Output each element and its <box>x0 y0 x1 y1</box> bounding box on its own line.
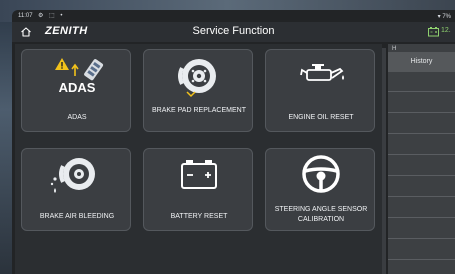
battery-status-icon <box>428 27 439 37</box>
history-panel: H History <box>388 44 455 274</box>
history-list-divider <box>388 133 455 134</box>
tile-label: ADAS <box>67 114 87 121</box>
status-time: 11:07 <box>18 13 33 19</box>
status-signal-battery: ▾ 7% <box>437 14 451 20</box>
status-icons: ⚙ ⬚ • <box>38 13 65 19</box>
tile-brake-pad-replacement[interactable]: BRAKE PAD REPLACEMENT <box>143 49 253 132</box>
steering-wheel-icon <box>302 155 340 193</box>
function-grid: ADAS ADAS BRAKE PAD REPLACEMENT ENGINE O… <box>15 44 382 274</box>
app-screen: 11:07 ⚙ ⬚ • ▾ 7% ZENITH Service Function… <box>12 10 455 274</box>
history-list-divider <box>388 217 455 218</box>
tile-label: BATTERY RESET <box>170 213 228 220</box>
tile-label: ENGINE OIL RESET <box>288 114 354 121</box>
history-list-divider <box>388 238 455 239</box>
brake-bleed-icon <box>50 158 95 193</box>
scrollbar[interactable] <box>382 48 386 274</box>
tile-steering-angle-sensor-calibration[interactable]: STEERING ANGLE SENSOR CALIBRATION <box>265 148 375 231</box>
tile-label: STEERING ANGLE SENSOR CALIBRATION <box>274 206 368 223</box>
adas-warning-icon: ADAS <box>55 58 104 95</box>
history-list-divider <box>388 259 455 260</box>
history-list-divider <box>388 112 455 113</box>
page-title: Service Function <box>192 25 275 37</box>
battery-icon <box>181 160 217 189</box>
tile-adas[interactable]: ADAS ADAS <box>21 49 131 132</box>
history-list-divider <box>388 196 455 197</box>
title-bar: ZENITH Service Function 12. <box>12 22 455 42</box>
history-list-divider <box>388 175 455 176</box>
history-button[interactable]: History <box>388 52 455 72</box>
brake-disc-icon <box>178 59 216 98</box>
adas-icon-text: ADAS <box>59 80 96 95</box>
tile-label: BRAKE AIR BLEEDING <box>39 213 115 220</box>
history-list-divider <box>388 91 455 92</box>
oil-can-icon <box>300 64 344 81</box>
tile-engine-oil-reset[interactable]: ENGINE OIL RESET <box>265 49 375 132</box>
tile-label: BRAKE PAD REPLACEMENT <box>151 107 246 114</box>
tile-battery-reset[interactable]: BATTERY RESET <box>143 148 253 231</box>
tile-brake-air-bleeding[interactable]: BRAKE AIR BLEEDING <box>21 148 131 231</box>
battery-voltage: 12. <box>441 27 451 34</box>
history-list-divider <box>388 154 455 155</box>
status-bar: 11:07 ⚙ ⬚ • ▾ 7% <box>12 10 455 22</box>
